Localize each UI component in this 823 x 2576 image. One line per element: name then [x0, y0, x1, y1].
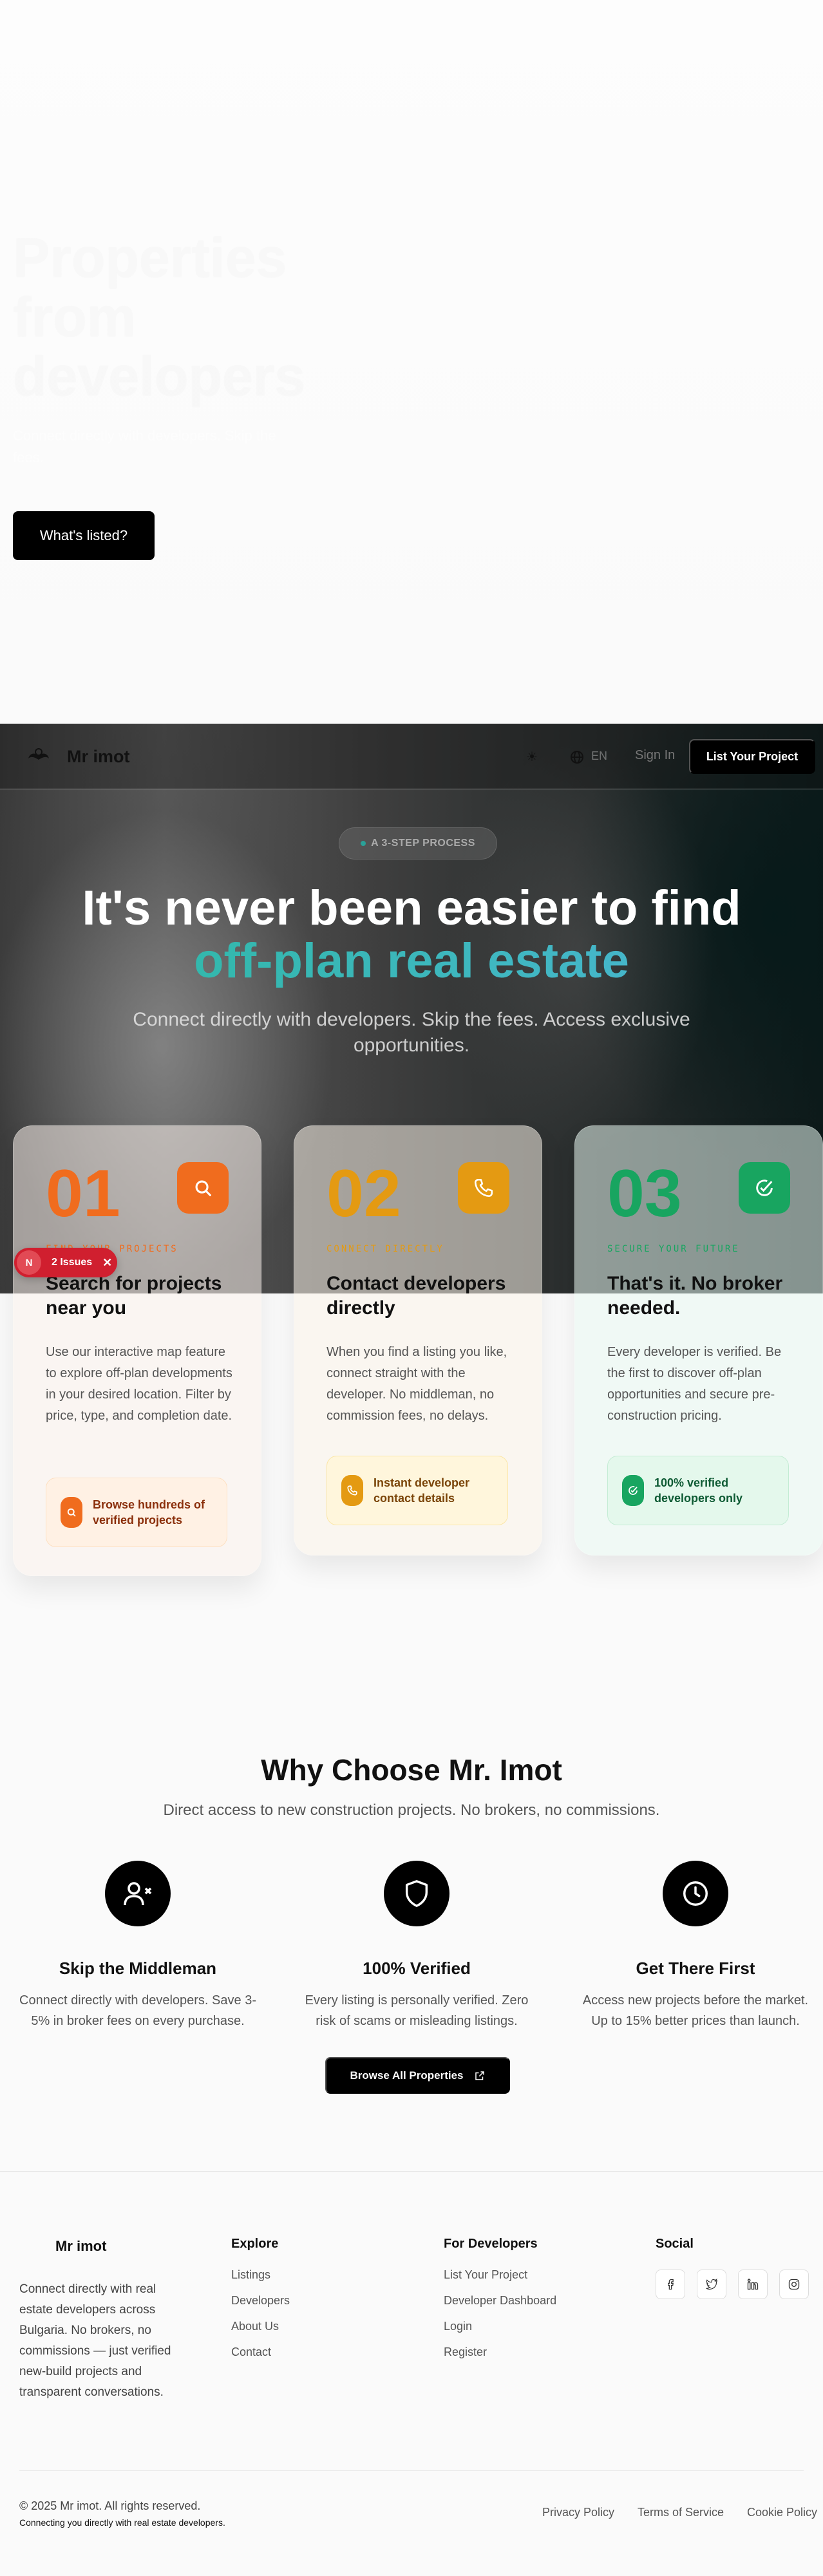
step-kicker: SECURE YOUR FUTURE	[607, 1244, 740, 1254]
step-title: Contact developers directly	[326, 1273, 506, 1319]
footer-developers-heading: For Developers	[444, 2237, 538, 2251]
step-feature: Instant developer contact details	[326, 1456, 508, 1525]
step-feature: Browse hundreds of verified projects	[46, 1478, 227, 1547]
feature-text: Connect directly with developers. Save 3…	[19, 1993, 256, 2028]
step-feature-text: 100% verified developers only	[654, 1476, 743, 1505]
phone-icon	[458, 1162, 509, 1214]
step-feature-text: Instant developer contact details	[374, 1476, 470, 1505]
process-lead: Connect directly with developers. Skip t…	[133, 1009, 690, 1056]
phone-icon	[341, 1475, 363, 1506]
feature-text: Every listing is personally verified. Ze…	[305, 1993, 529, 2028]
list-your-project-button[interactable]: List Your Project	[689, 739, 815, 774]
feature-get-there-first: Get There First Access new projects befo…	[567, 1861, 823, 2031]
footer-tagline: Connecting you directly with real estate…	[19, 2517, 225, 2528]
feature-verified: 100% Verified Every listing is personall…	[288, 1861, 545, 2031]
footer-privacy-link[interactable]: Privacy Policy	[542, 2506, 614, 2519]
process-title-line1: It's never been easier to find	[82, 881, 741, 935]
search-icon	[61, 1497, 82, 1528]
step-title: Search for projects near you	[46, 1273, 222, 1319]
pill-dot	[361, 841, 366, 846]
process-pill-label: A 3-STEP PROCESS	[371, 838, 475, 849]
footer-social-heading: Social	[656, 2237, 694, 2251]
step-body: When you find a listing you like, connec…	[326, 1345, 507, 1423]
footer-link-register[interactable]: Register	[444, 2346, 487, 2359]
footer-terms-link[interactable]: Terms of Service	[638, 2506, 724, 2519]
feature-title: Skip the Middleman	[59, 1959, 217, 1978]
step-feature: 100% verified developers only	[607, 1456, 789, 1525]
footer-cookie-link[interactable]: Cookie Policy	[747, 2506, 817, 2519]
footer-link-list-project[interactable]: List Your Project	[444, 2268, 527, 2282]
check-circle-icon	[739, 1162, 790, 1214]
feature-title: 100% Verified	[363, 1959, 471, 1978]
footer-link-login[interactable]: Login	[444, 2320, 472, 2333]
step-number: 01	[46, 1156, 120, 1231]
search-icon	[177, 1162, 229, 1214]
step-card-3: 03 SECURE YOUR FUTURE That's it. No brok…	[574, 1125, 823, 1556]
why-subtitle: Direct access to new construction projec…	[163, 1801, 660, 1819]
footer-link-about[interactable]: About Us	[231, 2320, 279, 2333]
whats-listed-button[interactable]: What's listed?	[13, 511, 155, 560]
hero-section: Properties from developers Connect direc…	[0, 0, 823, 724]
nextjs-logo-icon[interactable]: N	[17, 1250, 41, 1275]
user-x-icon	[105, 1861, 171, 1926]
process-title: It's never been easier to find off-plan …	[0, 882, 823, 988]
feature-text: Access new projects before the market. U…	[582, 1993, 809, 2028]
browse-all-properties-button[interactable]: Browse All Properties	[325, 2057, 510, 2094]
feature-skip-middleman: Skip the Middleman Connect directly with…	[9, 1861, 267, 2031]
issues-label[interactable]: 2 Issues	[52, 1257, 92, 1268]
process-pill: A 3-STEP PROCESS	[339, 827, 497, 860]
process-title-line2: off-plan real estate	[0, 935, 823, 988]
hero-title: Properties from developers	[13, 227, 306, 408]
globe-icon[interactable]	[569, 749, 585, 765]
step-number: 02	[326, 1156, 401, 1231]
footer-link-developers[interactable]: Developers	[231, 2294, 290, 2308]
hero-subtitle: Connect directly with developers. Skip t…	[13, 428, 276, 465]
logo-text[interactable]: Mr imot	[67, 747, 130, 767]
step-number: 03	[607, 1156, 682, 1231]
instagram-icon[interactable]	[779, 2270, 809, 2299]
clock-icon	[663, 1861, 728, 1926]
close-icon[interactable]: ✕	[102, 1256, 112, 1270]
facebook-icon[interactable]	[656, 2270, 685, 2299]
navbar: Mr imot ☀ EN Sign In List Your Project	[0, 724, 823, 789]
mustache-logo-icon[interactable]	[26, 747, 52, 766]
twitter-icon[interactable]	[697, 2270, 726, 2299]
footer-link-dev-dashboard[interactable]: Developer Dashboard	[444, 2294, 556, 2308]
step-card-2: 02 CONNECT DIRECTLY Contact developers d…	[294, 1125, 542, 1556]
shield-icon	[384, 1861, 449, 1926]
browse-label: Browse All Properties	[350, 2069, 464, 2082]
footer-link-listings[interactable]: Listings	[231, 2268, 270, 2282]
step-body: Use our interactive map feature to explo…	[46, 1345, 232, 1423]
footer-divider	[19, 2470, 804, 2471]
step-card-1: 01 FIND YOUR PROJECTS Search for project…	[13, 1125, 261, 1576]
footer-explore-heading: Explore	[231, 2237, 279, 2251]
footer-brand[interactable]: Mr imot	[55, 2238, 106, 2255]
why-title: Why Choose Mr. Imot	[261, 1753, 562, 1787]
language-selector[interactable]: EN	[591, 749, 607, 763]
footer-link-contact[interactable]: Contact	[231, 2346, 271, 2359]
sign-in-link[interactable]: Sign In	[635, 748, 675, 763]
step-title: That's it. No broker needed.	[607, 1273, 783, 1319]
step-feature-text: Browse hundreds of verified projects	[93, 1498, 205, 1527]
footer-copyright: © 2025 Mr imot. All rights reserved.	[19, 2499, 201, 2512]
footer-description: Connect directly with real estate develo…	[19, 2282, 171, 2399]
feature-title: Get There First	[636, 1959, 755, 1978]
linkedin-icon[interactable]	[738, 2270, 768, 2299]
external-link-icon	[475, 2071, 484, 2080]
theme-toggle-icon[interactable]: ☀	[524, 749, 540, 765]
step-kicker: CONNECT DIRECTLY	[326, 1244, 444, 1254]
step-body: Every developer is verified. Be the firs…	[607, 1345, 782, 1423]
check-circle-icon	[622, 1475, 644, 1506]
issues-badge[interactable]: N 2 Issues ✕	[14, 1248, 117, 1277]
